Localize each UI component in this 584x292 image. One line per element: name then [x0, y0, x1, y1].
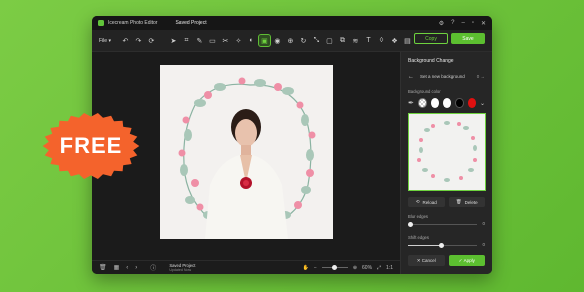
- window-controls: ⚙ ? – ▫ ✕: [439, 20, 486, 27]
- minimize-button[interactable]: –: [461, 20, 464, 26]
- swatch-black[interactable]: [455, 98, 464, 108]
- image-tool-icon[interactable]: ▤: [402, 35, 413, 46]
- settings-icon[interactable]: ⚙: [439, 20, 444, 27]
- set-new-background-label: Set a new background: [420, 74, 465, 79]
- crop-tool-icon[interactable]: ⌗: [181, 35, 192, 46]
- apply-label: Apply: [463, 258, 475, 263]
- save-button-label: Save: [462, 35, 474, 42]
- trash-icon[interactable]: 🗑: [99, 264, 107, 271]
- color-tool-icon[interactable]: ◉: [272, 35, 283, 46]
- app-window: Icecream Photo Editor Saved Project ⚙ ? …: [92, 16, 492, 274]
- apply-button[interactable]: ✓ Apply: [448, 255, 485, 266]
- background-change-panel: Background Change ← Set a new background…: [400, 52, 492, 274]
- swatch-transparent[interactable]: [417, 98, 427, 108]
- transform-tool-icon[interactable]: ⧉: [337, 35, 348, 46]
- swatch-red[interactable]: [467, 98, 476, 108]
- file-menu-label: File: [99, 37, 108, 44]
- set-new-background-value: 0 →: [476, 74, 485, 79]
- zoom-controls: ✋ − ⊕ 60% ⤢ 1:1: [303, 265, 393, 271]
- close-button[interactable]: ✕: [481, 20, 486, 27]
- background-preview[interactable]: [408, 113, 486, 191]
- preview-actions: ⟲ Reload 🗑 Delete: [408, 197, 485, 207]
- brush-tool-icon[interactable]: ✎: [194, 35, 205, 46]
- levels-tool-icon[interactable]: ≋: [350, 35, 361, 46]
- reload-label: Reload: [422, 199, 437, 205]
- copy-button-label: Copy: [425, 35, 437, 42]
- drop-tool-icon[interactable]: ◊: [376, 35, 387, 46]
- cut-tool-icon[interactable]: ✂: [220, 35, 231, 46]
- shift-edges-label: Shift edges: [408, 235, 429, 240]
- trash-icon: 🗑: [455, 199, 462, 204]
- eraser-tool-icon[interactable]: ▭: [207, 35, 218, 46]
- shift-edges-slider[interactable]: 0: [408, 242, 485, 249]
- more-colors-icon[interactable]: ⌄: [480, 100, 485, 107]
- actual-size-button[interactable]: 1:1: [386, 265, 393, 271]
- next-icon[interactable]: ›: [135, 265, 137, 271]
- info-icon: ⓘ: [150, 266, 157, 272]
- select-tool-icon[interactable]: ➤: [168, 35, 179, 46]
- hand-tool-icon[interactable]: ✋: [303, 265, 309, 271]
- blur-edges-label: Blur edges: [408, 214, 429, 219]
- zoom-slider[interactable]: [321, 265, 348, 270]
- frame-tool-icon[interactable]: ▢: [324, 35, 335, 46]
- text-tool-icon[interactable]: T: [363, 35, 374, 46]
- file-menu[interactable]: File ▾: [99, 38, 111, 44]
- sticker-tool-icon[interactable]: ❖: [389, 35, 400, 46]
- zoom-out-icon[interactable]: −: [314, 265, 317, 271]
- help-icon[interactable]: ?: [451, 20, 454, 26]
- zoom-in-icon[interactable]: ⊕: [353, 265, 357, 271]
- reset-icon[interactable]: ⟳: [146, 35, 157, 46]
- cancel-label: Cancel: [421, 258, 436, 263]
- eyedropper-icon[interactable]: ✒: [408, 99, 414, 107]
- cancel-button[interactable]: ✕ Cancel: [408, 255, 445, 266]
- preview-wreath: [417, 121, 477, 182]
- delete-button[interactable]: 🗑 Delete: [448, 197, 485, 207]
- adjust-tool-icon[interactable]: ⊕: [285, 35, 296, 46]
- set-new-background-row[interactable]: ← Set a new background 0 →: [408, 72, 485, 81]
- badge-text: FREE: [59, 133, 123, 158]
- blur-edges-value: 0: [482, 221, 485, 226]
- panel-footer: ✕ Cancel ✓ Apply: [408, 255, 485, 266]
- undo-icon[interactable]: ↶: [120, 35, 131, 46]
- free-badge: FREE: [42, 112, 140, 180]
- retouch-tool-icon[interactable]: ✧: [233, 35, 244, 46]
- redo-icon[interactable]: ↷: [133, 35, 144, 46]
- back-arrow-icon[interactable]: ←: [408, 74, 414, 80]
- shift-edges-value: 0: [482, 242, 485, 247]
- zoom-level: 60%: [362, 264, 373, 271]
- copy-button[interactable]: Copy: [414, 33, 448, 44]
- rotate-tool-icon[interactable]: ↻: [298, 35, 309, 46]
- reload-button[interactable]: ⟲ Reload: [408, 197, 445, 207]
- resize-tool-icon[interactable]: ⤡: [311, 35, 322, 46]
- save-button[interactable]: Save: [451, 33, 485, 44]
- document-title: Saved Project: [175, 20, 207, 26]
- filter-tool-icon[interactable]: ◐: [246, 35, 257, 46]
- panel-title: Background Change: [408, 58, 454, 64]
- project-subtitle: Updated Now: [169, 267, 192, 272]
- blur-edges-slider[interactable]: 0: [408, 221, 485, 228]
- project-info: Saved Project Updated Now: [169, 263, 195, 273]
- swatch-white[interactable]: [430, 98, 439, 108]
- title-bar: Icecream Photo Editor Saved Project ⚙ ? …: [92, 16, 492, 30]
- portrait-illustration: [178, 77, 316, 239]
- app-logo-icon: [98, 20, 104, 26]
- portrait-photo[interactable]: [160, 65, 333, 239]
- layers-icon[interactable]: ▦: [114, 264, 120, 271]
- status-bar: 🗑 ▦ ‹ › ⓘ Saved Project Updated Now ✋ − …: [92, 260, 400, 274]
- swatch-white-2[interactable]: [442, 98, 452, 108]
- prev-icon[interactable]: ‹: [126, 265, 128, 271]
- background-color-label: Background color: [408, 89, 441, 94]
- maximize-button[interactable]: ▫: [472, 20, 474, 26]
- reload-icon: ⟲: [415, 199, 420, 204]
- fit-screen-icon[interactable]: ⤢: [377, 265, 381, 271]
- background-change-icon[interactable]: ▣: [257, 34, 271, 47]
- app-name: Icecream Photo Editor: [108, 20, 158, 26]
- color-swatches: ✒ ⌄: [408, 98, 485, 108]
- delete-label: Delete: [464, 199, 478, 205]
